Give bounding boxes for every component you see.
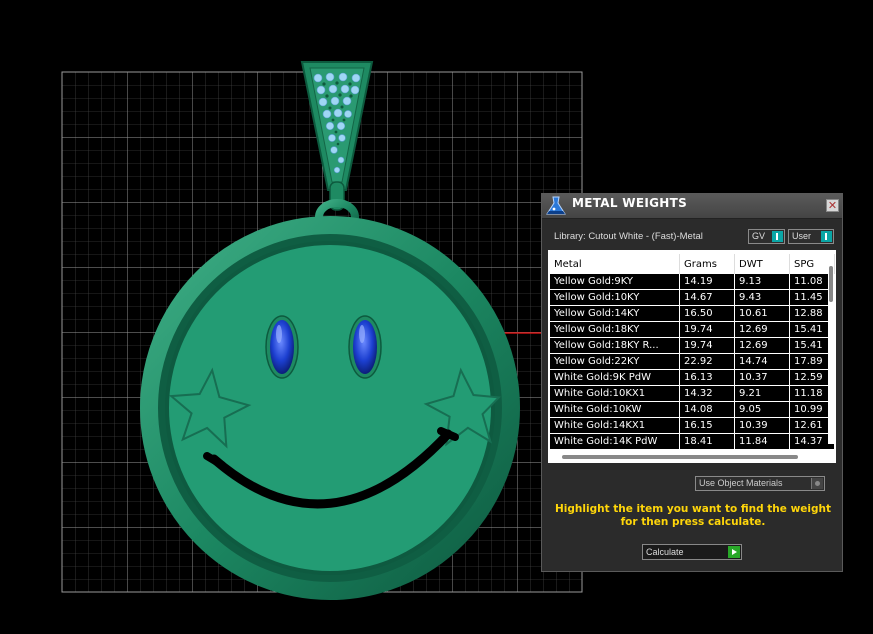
metal-name-cell: White Gold:10KX1 bbox=[550, 385, 680, 402]
grams-cell: 19.74 bbox=[679, 337, 735, 354]
table-row[interactable]: White Gold:14KX1 16.15 10.39 12.61 bbox=[550, 417, 835, 434]
table-row[interactable]: Yellow Gold:18KY 19.74 12.69 15.41 bbox=[550, 321, 835, 338]
metal-name-cell: Yellow Gold:18KY R... bbox=[550, 337, 680, 354]
dwt-cell: 12.69 bbox=[734, 337, 790, 354]
grams-cell: 22.92 bbox=[679, 353, 735, 370]
panel-titlebar[interactable]: METAL WEIGHTS ✕ bbox=[542, 194, 842, 219]
dwt-cell: 9.05 bbox=[734, 401, 790, 418]
dwt-cell: 10.39 bbox=[734, 417, 790, 434]
table-row[interactable]: White Gold:10KW 14.08 9.05 10.99 bbox=[550, 401, 835, 418]
grams-cell: 14.32 bbox=[679, 385, 735, 402]
gv-toggle-label: GV bbox=[752, 231, 766, 241]
dwt-cell: 14.74 bbox=[734, 353, 790, 370]
metal-name-cell: White Gold:10KW bbox=[550, 401, 680, 418]
grams-cell: 14.67 bbox=[679, 289, 735, 306]
play-arrow-icon bbox=[728, 546, 740, 558]
table-row[interactable]: Yellow Gold:14KY 16.50 10.61 12.88 bbox=[550, 305, 835, 322]
dwt-cell: 9.21 bbox=[734, 385, 790, 402]
scroll-thumb[interactable] bbox=[829, 266, 833, 302]
user-toggle[interactable]: User bbox=[788, 229, 834, 244]
metal-name-cell: Yellow Gold:18KY bbox=[550, 321, 680, 338]
close-icon[interactable]: ✕ bbox=[826, 199, 839, 212]
table-row[interactable]: White Gold:9K PdW 16.13 10.37 12.59 bbox=[550, 369, 835, 386]
dwt-cell: 9.13 bbox=[734, 274, 790, 290]
dwt-cell: 9.43 bbox=[734, 289, 790, 306]
metal-name-cell: Yellow Gold:10KY bbox=[550, 289, 680, 306]
instruction-text: Highlight the item you want to find the … bbox=[555, 503, 831, 528]
grams-cell: 14.08 bbox=[679, 401, 735, 418]
metal-name-cell: White Gold:14K PdW bbox=[550, 433, 680, 450]
grams-cell: 19.74 bbox=[679, 321, 735, 338]
calculate-label: Calculate bbox=[646, 547, 684, 557]
toggle-indicator-icon bbox=[821, 231, 832, 242]
table-row[interactable]: White Gold:10KX1 14.32 9.21 11.18 bbox=[550, 385, 835, 402]
column-header[interactable]: Metal bbox=[550, 254, 680, 274]
panel-title: METAL WEIGHTS bbox=[572, 196, 688, 210]
grams-cell: 16.13 bbox=[679, 369, 735, 386]
metal-name-cell: Yellow Gold:22KY bbox=[550, 353, 680, 370]
metal-name-cell: White Gold:9K PdW bbox=[550, 369, 680, 386]
vertical-scrollbar[interactable] bbox=[828, 256, 834, 444]
library-label: Library: Cutout White - (Fast)-Metal bbox=[554, 231, 703, 242]
metal-name-cell: Yellow Gold:14KY bbox=[550, 305, 680, 322]
calculate-button[interactable]: Calculate bbox=[642, 544, 742, 560]
flask-logo-icon bbox=[546, 196, 566, 215]
material-source-select[interactable]: Use Object Materials bbox=[695, 476, 825, 491]
table-row[interactable]: Yellow Gold:18KY R... 19.74 12.69 15.41 bbox=[550, 337, 835, 354]
table-row[interactable]: White Gold:14K PdW 18.41 11.84 14.37 bbox=[550, 433, 835, 450]
metal-name-cell: Yellow Gold:9KY bbox=[550, 274, 680, 290]
metal-weights-panel: METAL WEIGHTS ✕ Library: Cutout White - … bbox=[541, 193, 843, 572]
right-eye bbox=[348, 315, 382, 379]
material-source-value: Use Object Materials bbox=[699, 478, 783, 488]
column-header[interactable]: Grams bbox=[679, 254, 735, 274]
dwt-cell: 11.84 bbox=[734, 433, 790, 450]
grams-cell: 16.50 bbox=[679, 305, 735, 322]
table-row[interactable]: Yellow Gold:22KY 22.92 14.74 17.89 bbox=[550, 353, 835, 370]
grams-cell: 18.41 bbox=[679, 433, 735, 450]
dwt-cell: 10.61 bbox=[734, 305, 790, 322]
toggle-indicator-icon bbox=[772, 231, 783, 242]
column-header[interactable]: DWT bbox=[734, 254, 790, 274]
left-eye bbox=[265, 315, 299, 379]
gv-toggle[interactable]: GV bbox=[748, 229, 785, 244]
table-row[interactable]: Yellow Gold:9KY 14.19 9.13 11.08 bbox=[550, 274, 835, 290]
table-header-row: Metal Grams DWT SPG bbox=[550, 254, 835, 274]
dwt-cell: 12.69 bbox=[734, 321, 790, 338]
metal-name-cell: White Gold:14KX1 bbox=[550, 417, 680, 434]
dwt-cell: 10.37 bbox=[734, 369, 790, 386]
grams-cell: 14.19 bbox=[679, 274, 735, 290]
user-toggle-label: User bbox=[792, 231, 812, 241]
grams-cell: 16.15 bbox=[679, 417, 735, 434]
metal-table[interactable]: Metal Grams DWT SPG Yellow Gold:9KY 14.19… bbox=[548, 250, 836, 463]
table-row[interactable]: Yellow Gold:10KY 14.67 9.43 11.45 bbox=[550, 289, 835, 306]
dropdown-icon bbox=[811, 478, 823, 489]
horizontal-scrollbar[interactable] bbox=[562, 455, 798, 459]
